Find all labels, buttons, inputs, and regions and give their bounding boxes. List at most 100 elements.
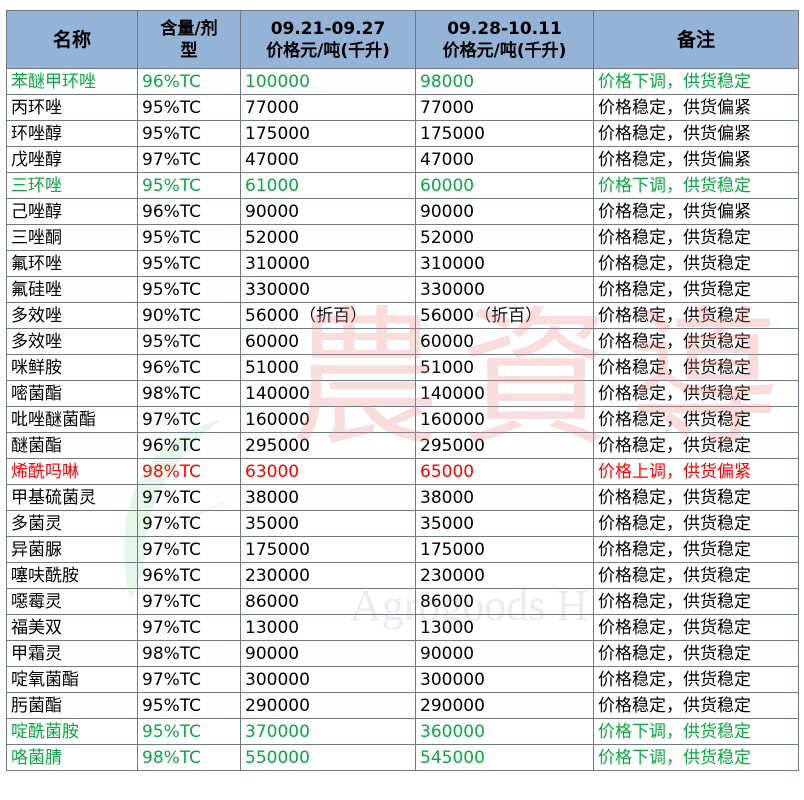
- cell-price-period2: 175000: [415, 536, 594, 563]
- cell-price-period2: 35000: [415, 510, 594, 537]
- cell-price-period2: 360000: [415, 718, 594, 745]
- cell-remark: 价格稳定，供货稳定: [593, 614, 799, 641]
- cell-name: 醚菌酯: [6, 432, 138, 459]
- cell-price-period2: 77000: [415, 94, 594, 121]
- header-period1-unit: 价格元/吨(千升): [266, 40, 390, 61]
- cell-price-period2: 295000: [415, 432, 594, 459]
- cell-name: 丙环唑: [6, 94, 138, 121]
- cell-price-period1: 90000: [240, 198, 416, 225]
- cell-content: 96%TC: [137, 432, 241, 459]
- table-row: 氟硅唑 95%TC 330000 330000 价格稳定，供货稳定: [6, 276, 799, 303]
- table-row: 肟菌酯 95%TC 290000 290000 价格稳定，供货稳定: [6, 692, 799, 719]
- cell-content: 95%TC: [137, 328, 241, 355]
- table-row: 醚菌酯 96%TC 295000 295000 价格稳定，供货稳定: [6, 432, 799, 459]
- cell-name: 甲霜灵: [6, 640, 138, 667]
- cell-name: 噻呋酰胺: [6, 562, 138, 589]
- cell-name: 甲基硫菌灵: [6, 484, 138, 511]
- table-row: 己唑醇 96%TC 90000 90000 价格稳定，供货偏紧: [6, 198, 799, 225]
- header-period1-dates: 09.21-09.27: [270, 18, 386, 39]
- cell-content: 97%TC: [137, 614, 241, 641]
- table-row: 戊唑醇 97%TC 47000 47000 价格稳定，供货偏紧: [6, 146, 799, 173]
- cell-remark: 价格上调，供货偏紧: [593, 458, 799, 485]
- cell-content: 98%TC: [137, 380, 241, 407]
- cell-remark: 价格稳定，供货偏紧: [593, 94, 799, 121]
- cell-content: 95%TC: [137, 250, 241, 277]
- cell-name: 三唑酮: [6, 224, 138, 251]
- table-row: 苯醚甲环唑 96%TC 100000 98000 价格下调，供货稳定: [6, 68, 799, 95]
- cell-name: 环唑醇: [6, 120, 138, 147]
- table-row: 三环唑 95%TC 61000 60000 价格下调，供货稳定: [6, 172, 799, 199]
- table-row: 噁霉灵 97%TC 86000 86000 价格稳定，供货稳定: [6, 588, 799, 615]
- cell-price-period2: 65000: [415, 458, 594, 485]
- cell-price-period2: 90000: [415, 640, 594, 667]
- cell-remark: 价格稳定，供货稳定: [593, 640, 799, 667]
- cell-content: 98%TC: [137, 640, 241, 667]
- cell-remark: 价格稳定，供货稳定: [593, 224, 799, 251]
- cell-remark: 价格稳定，供货稳定: [593, 328, 799, 355]
- table-row: 异菌脲 97%TC 175000 175000 价格稳定，供货稳定: [6, 536, 799, 563]
- cell-price-period2: 90000: [415, 198, 594, 225]
- header-row: 名称 含量/剂 型 09.21-09.27 价格元/吨(千升) 09.28-10…: [6, 10, 799, 69]
- cell-price-period2: 38000: [415, 484, 594, 511]
- cell-remark: 价格稳定，供货偏紧: [593, 198, 799, 225]
- cell-price-period1: 230000: [240, 562, 416, 589]
- cell-price-period1: 47000: [240, 146, 416, 173]
- cell-price-period1: 61000: [240, 172, 416, 199]
- cell-remark: 价格稳定，供货稳定: [593, 354, 799, 381]
- table-row: 噻呋酰胺 96%TC 230000 230000 价格稳定，供货稳定: [6, 562, 799, 589]
- cell-content: 95%TC: [137, 692, 241, 719]
- cell-remark: 价格稳定，供货稳定: [593, 406, 799, 433]
- price-table: 名称 含量/剂 型 09.21-09.27 价格元/吨(千升) 09.28-10…: [6, 10, 799, 771]
- cell-content: 96%TC: [137, 354, 241, 381]
- header-content: 含量/剂 型: [137, 10, 241, 69]
- cell-price-period2: 300000: [415, 666, 594, 693]
- header-period2-dates: 09.28-10.11: [447, 18, 562, 39]
- table-row: 吡唑醚菌酯 97%TC 160000 160000 价格稳定，供货稳定: [6, 406, 799, 433]
- cell-price-period1: 100000: [240, 68, 416, 95]
- cell-price-period1: 35000: [240, 510, 416, 537]
- cell-remark: 价格下调，供货稳定: [593, 744, 799, 771]
- cell-price-period1: 310000: [240, 250, 416, 277]
- cell-price-period2: 310000: [415, 250, 594, 277]
- cell-name: 多效唑: [6, 302, 138, 329]
- cell-price-period2: 51000: [415, 354, 594, 381]
- cell-price-period2: 230000: [415, 562, 594, 589]
- cell-name: 多菌灵: [6, 510, 138, 537]
- cell-price-period1: 295000: [240, 432, 416, 459]
- cell-price-period2: 545000: [415, 744, 594, 771]
- cell-price-period2: 160000: [415, 406, 594, 433]
- table-row: 甲霜灵 98%TC 90000 90000 价格稳定，供货稳定: [6, 640, 799, 667]
- cell-price-period1: 140000: [240, 380, 416, 407]
- header-period2: 09.28-10.11 价格元/吨(千升): [415, 10, 594, 69]
- cell-price-period1: 56000（折百）: [240, 302, 416, 329]
- table-row: 咪鲜胺 96%TC 51000 51000 价格稳定，供货稳定: [6, 354, 799, 381]
- table-row: 嘧菌酯 98%TC 140000 140000 价格稳定，供货稳定: [6, 380, 799, 407]
- cell-name: 咪鲜胺: [6, 354, 138, 381]
- table-row: 啶酰菌胺 95%TC 370000 360000 价格下调，供货稳定: [6, 718, 799, 745]
- cell-price-period1: 52000: [240, 224, 416, 251]
- cell-price-period2: 140000: [415, 380, 594, 407]
- cell-remark: 价格稳定，供货偏紧: [593, 120, 799, 147]
- table-row: 环唑醇 95%TC 175000 175000 价格稳定，供货偏紧: [6, 120, 799, 147]
- cell-price-period1: 77000: [240, 94, 416, 121]
- cell-price-period1: 90000: [240, 640, 416, 667]
- cell-content: 97%TC: [137, 588, 241, 615]
- cell-price-period1: 175000: [240, 120, 416, 147]
- table-row: 啶氧菌酯 97%TC 300000 300000 价格稳定，供货稳定: [6, 666, 799, 693]
- cell-price-period1: 370000: [240, 718, 416, 745]
- cell-price-period1: 160000: [240, 406, 416, 433]
- cell-content: 95%TC: [137, 172, 241, 199]
- cell-name: 戊唑醇: [6, 146, 138, 173]
- header-remark: 备注: [593, 10, 799, 69]
- cell-price-period1: 550000: [240, 744, 416, 771]
- cell-name: 氟硅唑: [6, 276, 138, 303]
- cell-price-period1: 60000: [240, 328, 416, 355]
- table-row: 福美双 97%TC 13000 13000 价格稳定，供货稳定: [6, 614, 799, 641]
- cell-remark: 价格稳定，供货稳定: [593, 302, 799, 329]
- cell-price-period1: 86000: [240, 588, 416, 615]
- cell-remark: 价格下调，供货稳定: [593, 718, 799, 745]
- cell-content: 97%TC: [137, 536, 241, 563]
- cell-content: 97%TC: [137, 666, 241, 693]
- table-row: 咯菌腈 98%TC 550000 545000 价格下调，供货稳定: [6, 744, 799, 771]
- cell-content: 95%TC: [137, 224, 241, 251]
